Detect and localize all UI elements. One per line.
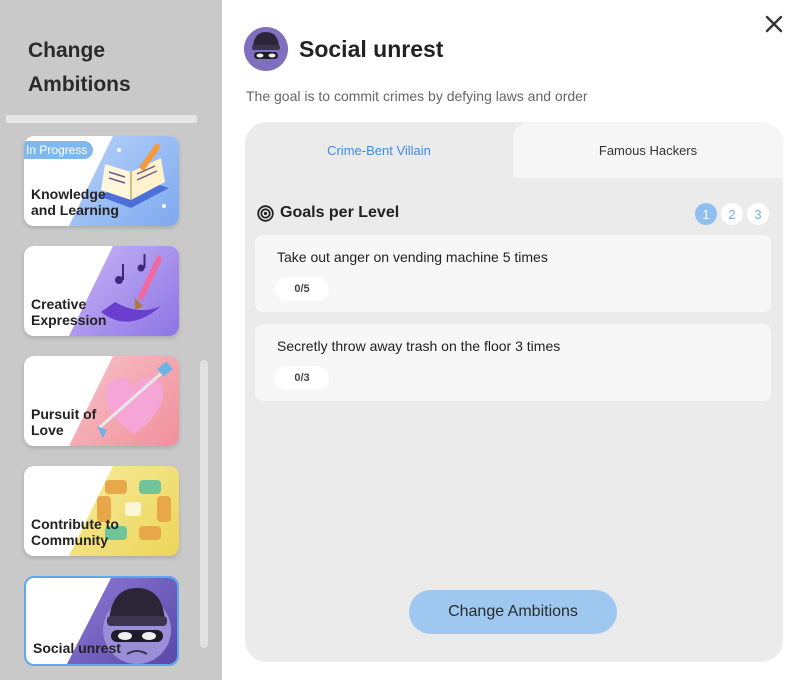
goal-progress: 0/5 bbox=[275, 277, 329, 301]
level-2-button[interactable]: 2 bbox=[721, 203, 743, 225]
level-3-button[interactable]: 3 bbox=[747, 203, 769, 225]
level-1-button[interactable]: 1 bbox=[695, 203, 717, 225]
close-button[interactable] bbox=[762, 12, 786, 36]
card-label: Knowledge and Learning bbox=[31, 186, 119, 218]
ambition-detail-panel: Social unrest The goal is to commit crim… bbox=[222, 0, 800, 680]
goals-heading-label: Goals per Level bbox=[280, 204, 400, 221]
sidebar-divider bbox=[6, 115, 197, 123]
sidebar-title: Change Ambitions bbox=[28, 39, 131, 96]
in-progress-badge: In Progress bbox=[24, 141, 94, 159]
change-ambitions-button[interactable]: Change Ambitions bbox=[409, 590, 617, 634]
goals-panel: Famous Hackers Crime-Bent Villain Goals … bbox=[245, 122, 783, 662]
goal-text: Secretly throw away trash on the floor 3… bbox=[277, 338, 561, 354]
ambition-description: The goal is to commit crimes by defying … bbox=[246, 88, 588, 104]
goal-item: Take out anger on vending machine 5 time… bbox=[255, 235, 771, 312]
level-selector: 1 2 3 bbox=[695, 203, 769, 225]
card-label: Creative Expression bbox=[31, 296, 107, 328]
tab-crime-bent-villain[interactable]: Crime-Bent Villain bbox=[245, 122, 513, 178]
goal-progress: 0/3 bbox=[275, 366, 329, 390]
sidebar-scrollbar[interactable] bbox=[200, 360, 208, 648]
tab-famous-hackers[interactable]: Famous Hackers bbox=[513, 122, 783, 178]
ambition-card-social-unrest[interactable]: Social unrest bbox=[24, 576, 179, 666]
ambition-title: Social unrest bbox=[299, 36, 444, 62]
ambition-card-knowledge[interactable]: In Progress Knowledge and Learning bbox=[24, 136, 179, 226]
close-icon bbox=[765, 15, 783, 33]
goal-text: Take out anger on vending machine 5 time… bbox=[277, 249, 548, 265]
masked-villain-icon bbox=[244, 27, 288, 71]
ambition-card-love[interactable]: Pursuit of Love bbox=[24, 356, 179, 446]
goals-heading: Goals per Level bbox=[257, 204, 399, 222]
target-icon bbox=[257, 204, 274, 222]
ambitions-sidebar: Change Ambitions In Progress Knowledge a… bbox=[0, 0, 222, 680]
goal-item: Secretly throw away trash on the floor 3… bbox=[255, 324, 771, 401]
card-label: Social unrest bbox=[33, 640, 121, 656]
card-label: Contribute to Community bbox=[31, 516, 119, 548]
ambition-card-community[interactable]: Contribute to Community bbox=[24, 466, 179, 556]
card-label: Pursuit of Love bbox=[31, 406, 97, 438]
ambition-card-creative[interactable]: Creative Expression bbox=[24, 246, 179, 336]
